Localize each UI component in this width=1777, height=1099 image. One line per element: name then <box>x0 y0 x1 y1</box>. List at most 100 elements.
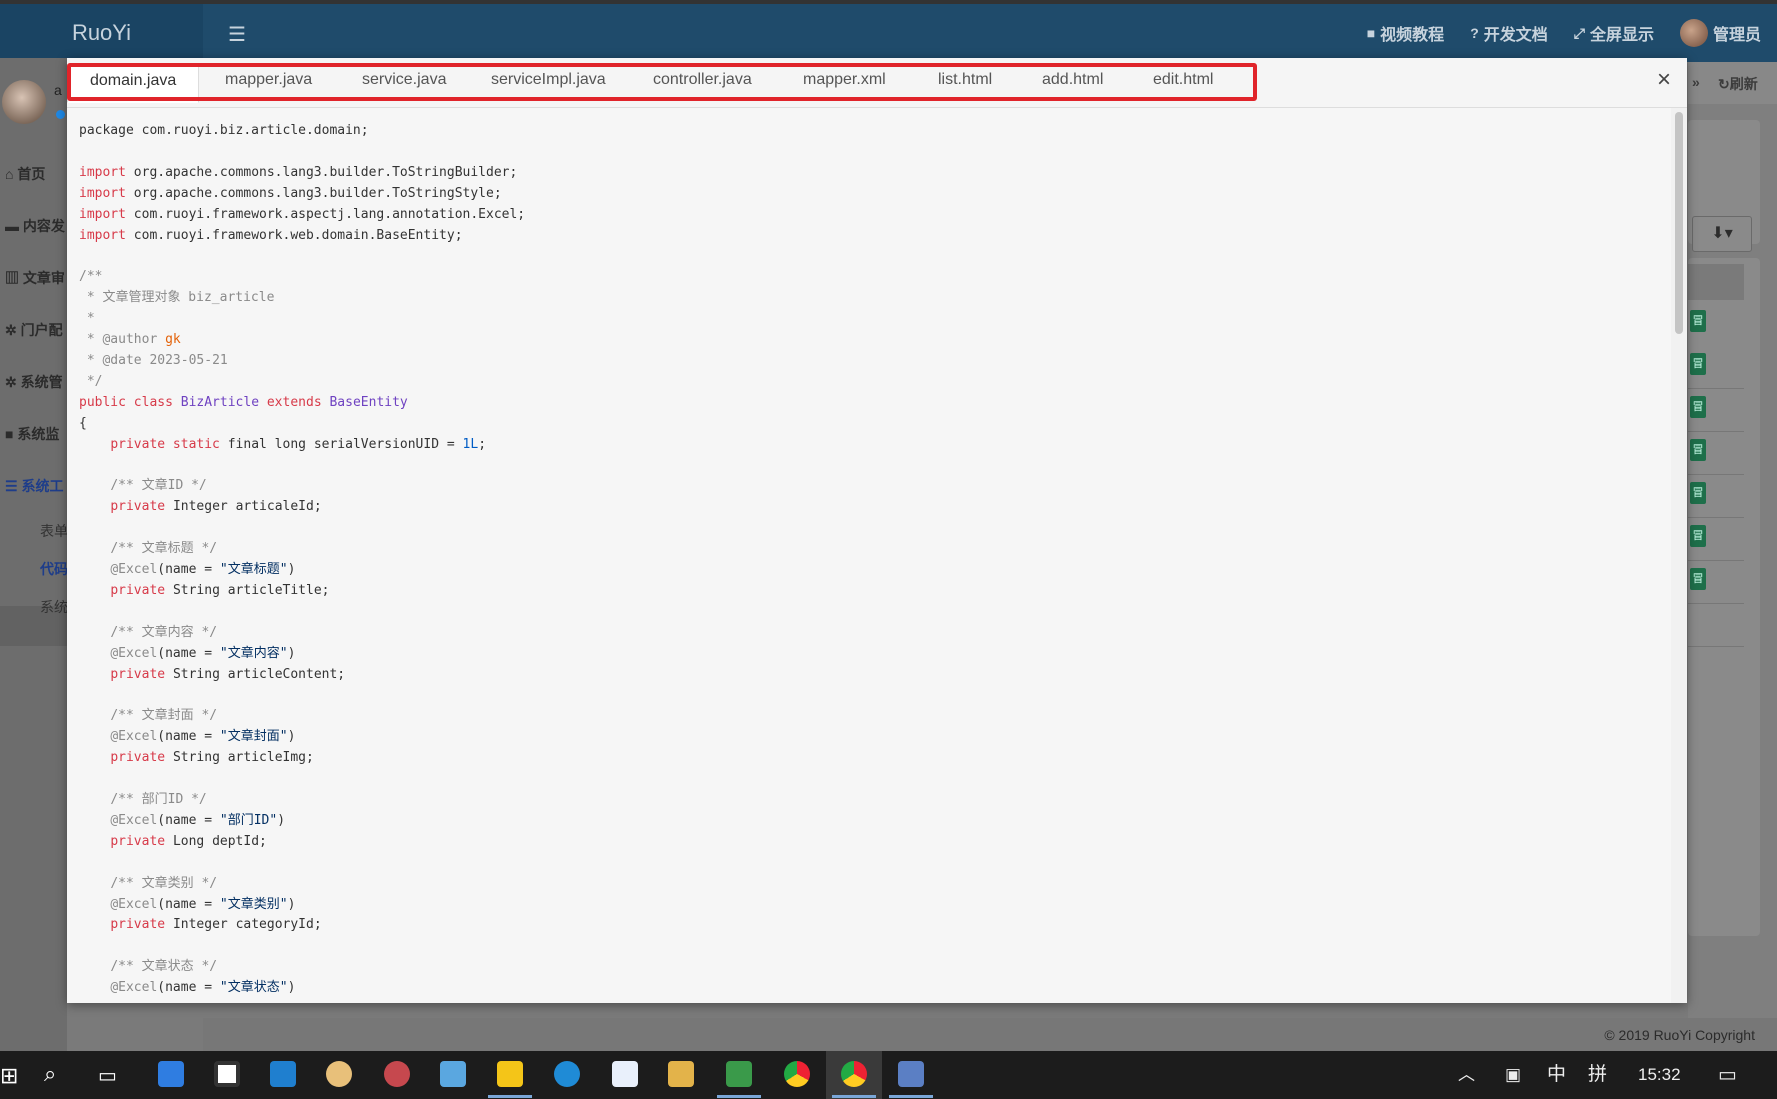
video-tutorial-link[interactable]: ■ 视频教程 <box>1367 21 1444 45</box>
app-icon-baidu[interactable] <box>612 1061 638 1087</box>
row-action-button[interactable]: 冒 <box>1690 310 1706 332</box>
notification-icon[interactable]: ▭ <box>1718 1051 1737 1099</box>
row-action-button[interactable]: 冒 <box>1690 439 1706 461</box>
sidebar-item-system-monitor[interactable]: ■ 系统监 <box>5 424 59 444</box>
sidebar-item-label: 系统管 <box>20 374 63 390</box>
sidebar-item-content[interactable]: ▬ 内容发 <box>5 216 65 236</box>
tab-scroll-right-icon[interactable]: » <box>1692 74 1700 90</box>
row-action-button[interactable]: 冒 <box>1690 353 1706 375</box>
help-icon: ? <box>1470 25 1479 41</box>
task-view-icon[interactable]: ▭ <box>98 1063 117 1088</box>
palette-icon[interactable] <box>326 1061 352 1087</box>
top-navbar: RuoYi ☰ ■ 视频教程 ? 开发文档 ⤢ 全屏显示 管理员 <box>0 0 1777 62</box>
sidebar-item-article-review[interactable]: ▥ 文章审 <box>5 268 65 288</box>
code-field-name: articleImg; <box>227 750 314 766</box>
table-row <box>1688 560 1744 561</box>
tabs-highlight-box <box>67 63 1257 101</box>
code-import-line: org.apache.commons.lang3.builder.ToStrin… <box>133 185 502 201</box>
code-field-name: categoryId; <box>235 917 322 933</box>
code-field-comment: /** 文章内容 */ <box>110 624 218 640</box>
sidebar-item-portal[interactable]: ✲ 门户配 <box>5 320 63 340</box>
scrollbar-thumb[interactable] <box>1675 112 1683 334</box>
code-field-type: Integer <box>172 917 228 933</box>
sidebar-item-label: 内容发 <box>22 218 65 234</box>
sticky-notes-icon[interactable] <box>497 1061 523 1087</box>
code-field-comment: /** 部门ID */ <box>110 792 207 807</box>
app-icon-blue[interactable] <box>270 1061 296 1087</box>
ime-language[interactable]: 中 <box>1547 1051 1566 1099</box>
sidebar-item-system-manage[interactable]: ✲ 系统管 <box>5 372 63 392</box>
table-row <box>1688 388 1744 389</box>
code-excel-name: "文章类别" <box>219 896 288 912</box>
windows-taskbar: ⊞ ⌕ ▭ ︿ ▣ 中 拼 15:32 ▭ <box>0 1051 1777 1099</box>
ime-mode[interactable]: 拼 <box>1588 1051 1607 1099</box>
row-action-button[interactable]: 冒 <box>1690 396 1706 418</box>
dev-docs-link[interactable]: ? 开发文档 <box>1470 21 1548 45</box>
table-row <box>1688 646 1744 647</box>
clock[interactable]: 15:32 <box>1638 1051 1681 1099</box>
online-status-dot <box>56 110 65 119</box>
table-row <box>1688 431 1744 432</box>
remote-desktop-icon[interactable] <box>898 1061 924 1087</box>
code-serial: serialVersionUID = <box>313 436 463 452</box>
code-excel-name: "文章内容" <box>219 645 288 661</box>
row-action-button[interactable]: 冒 <box>1690 568 1706 590</box>
background-content-panel: » ↻刷新 ⬇▾ 冒 冒 冒 冒 冒 冒 冒 <box>1688 62 1777 1051</box>
export-dropdown-button[interactable]: ⬇▾ <box>1692 216 1752 252</box>
sidebar-item-system-tools[interactable]: ☰ 系统工 <box>5 476 63 496</box>
code-class-name: BizArticle <box>180 394 260 410</box>
code-serial-value: 1L <box>462 436 479 452</box>
dev-docs-label: 开发文档 <box>1483 27 1548 44</box>
sidebar-item-home[interactable]: ⌂ 首页 <box>5 164 45 184</box>
code-import-line: com.ruoyi.framework.web.domain.BaseEntit… <box>133 227 463 243</box>
code-import-line: com.ruoyi.framework.aspectj.lang.annotat… <box>133 206 526 222</box>
code-field-name: articleContent; <box>227 666 346 682</box>
row-action-button[interactable]: 冒 <box>1690 482 1706 504</box>
user-name-initial: a <box>54 82 62 98</box>
notepad-icon[interactable] <box>726 1061 752 1087</box>
sidebar-item-label: 门户配 <box>20 322 63 338</box>
page-tabs-bar: » ↻刷新 <box>1688 62 1777 104</box>
search-icon[interactable]: ⌕ <box>44 1061 56 1087</box>
chrome-icon[interactable] <box>784 1061 810 1087</box>
app-running-indicator <box>488 1095 532 1098</box>
code-package-line: package com.ruoyi.biz.article.domain; <box>79 123 369 138</box>
hamburger-icon[interactable]: ☰ <box>228 22 246 47</box>
code-import-line: org.apache.commons.lang3.builder.ToStrin… <box>133 164 518 180</box>
home-icon: ⌂ <box>5 166 14 182</box>
refresh-button[interactable]: ↻刷新 <box>1718 74 1758 94</box>
briefcase-icon: ▬ <box>5 218 19 234</box>
top-nav-links: ■ 视频教程 ? 开发文档 ⤢ 全屏显示 管理员 <box>1367 4 1761 62</box>
windows-start-icon[interactable]: ⊞ <box>0 1063 18 1089</box>
sidebar-subitem-system[interactable]: 系统 <box>40 597 67 617</box>
app-icon-puzzle[interactable] <box>440 1061 466 1087</box>
code-field-type: String <box>172 666 220 682</box>
close-icon[interactable]: × <box>1657 68 1671 92</box>
row-action-button[interactable]: 冒 <box>1690 525 1706 547</box>
avatar <box>1679 19 1708 47</box>
sidebar-subitem-form[interactable]: 表单 <box>40 521 67 541</box>
fullscreen-link[interactable]: ⤢ 全屏显示 <box>1574 21 1654 45</box>
sidebar-subitem-codegen[interactable]: 代码 <box>40 559 67 579</box>
chrome-icon[interactable] <box>841 1061 867 1087</box>
fullscreen-icon: ⤢ <box>1573 24 1585 41</box>
app-icon-feishu[interactable] <box>158 1061 184 1087</box>
code-field-comment: /** 文章类别 */ <box>110 875 218 891</box>
code-viewer[interactable]: package com.ruoyi.biz.article.domain; im… <box>67 108 1671 1003</box>
code-field-type: String <box>172 750 220 766</box>
refresh-icon: ↻ <box>1718 76 1730 92</box>
code-scrollbar[interactable] <box>1671 108 1687 1003</box>
user-menu[interactable]: 管理员 <box>1679 19 1761 47</box>
code-excel-name: "文章标题" <box>219 562 288 578</box>
download-icon: ⬇▾ <box>1711 225 1733 242</box>
app-icon-red[interactable] <box>384 1061 410 1087</box>
terminal-icon[interactable] <box>214 1061 240 1087</box>
footer <box>203 1018 1777 1051</box>
browser-icon-qq[interactable] <box>554 1061 580 1087</box>
screen-record-icon[interactable]: ▣ <box>1505 1051 1521 1099</box>
tray-overflow-icon[interactable]: ︿ <box>1458 1051 1475 1099</box>
file-tabs-bar: domain.java mapper.java service.java ser… <box>67 58 1687 108</box>
code-field-type: Long <box>172 833 205 849</box>
code-field-type: String <box>172 582 220 598</box>
folder-icon[interactable] <box>668 1061 694 1087</box>
